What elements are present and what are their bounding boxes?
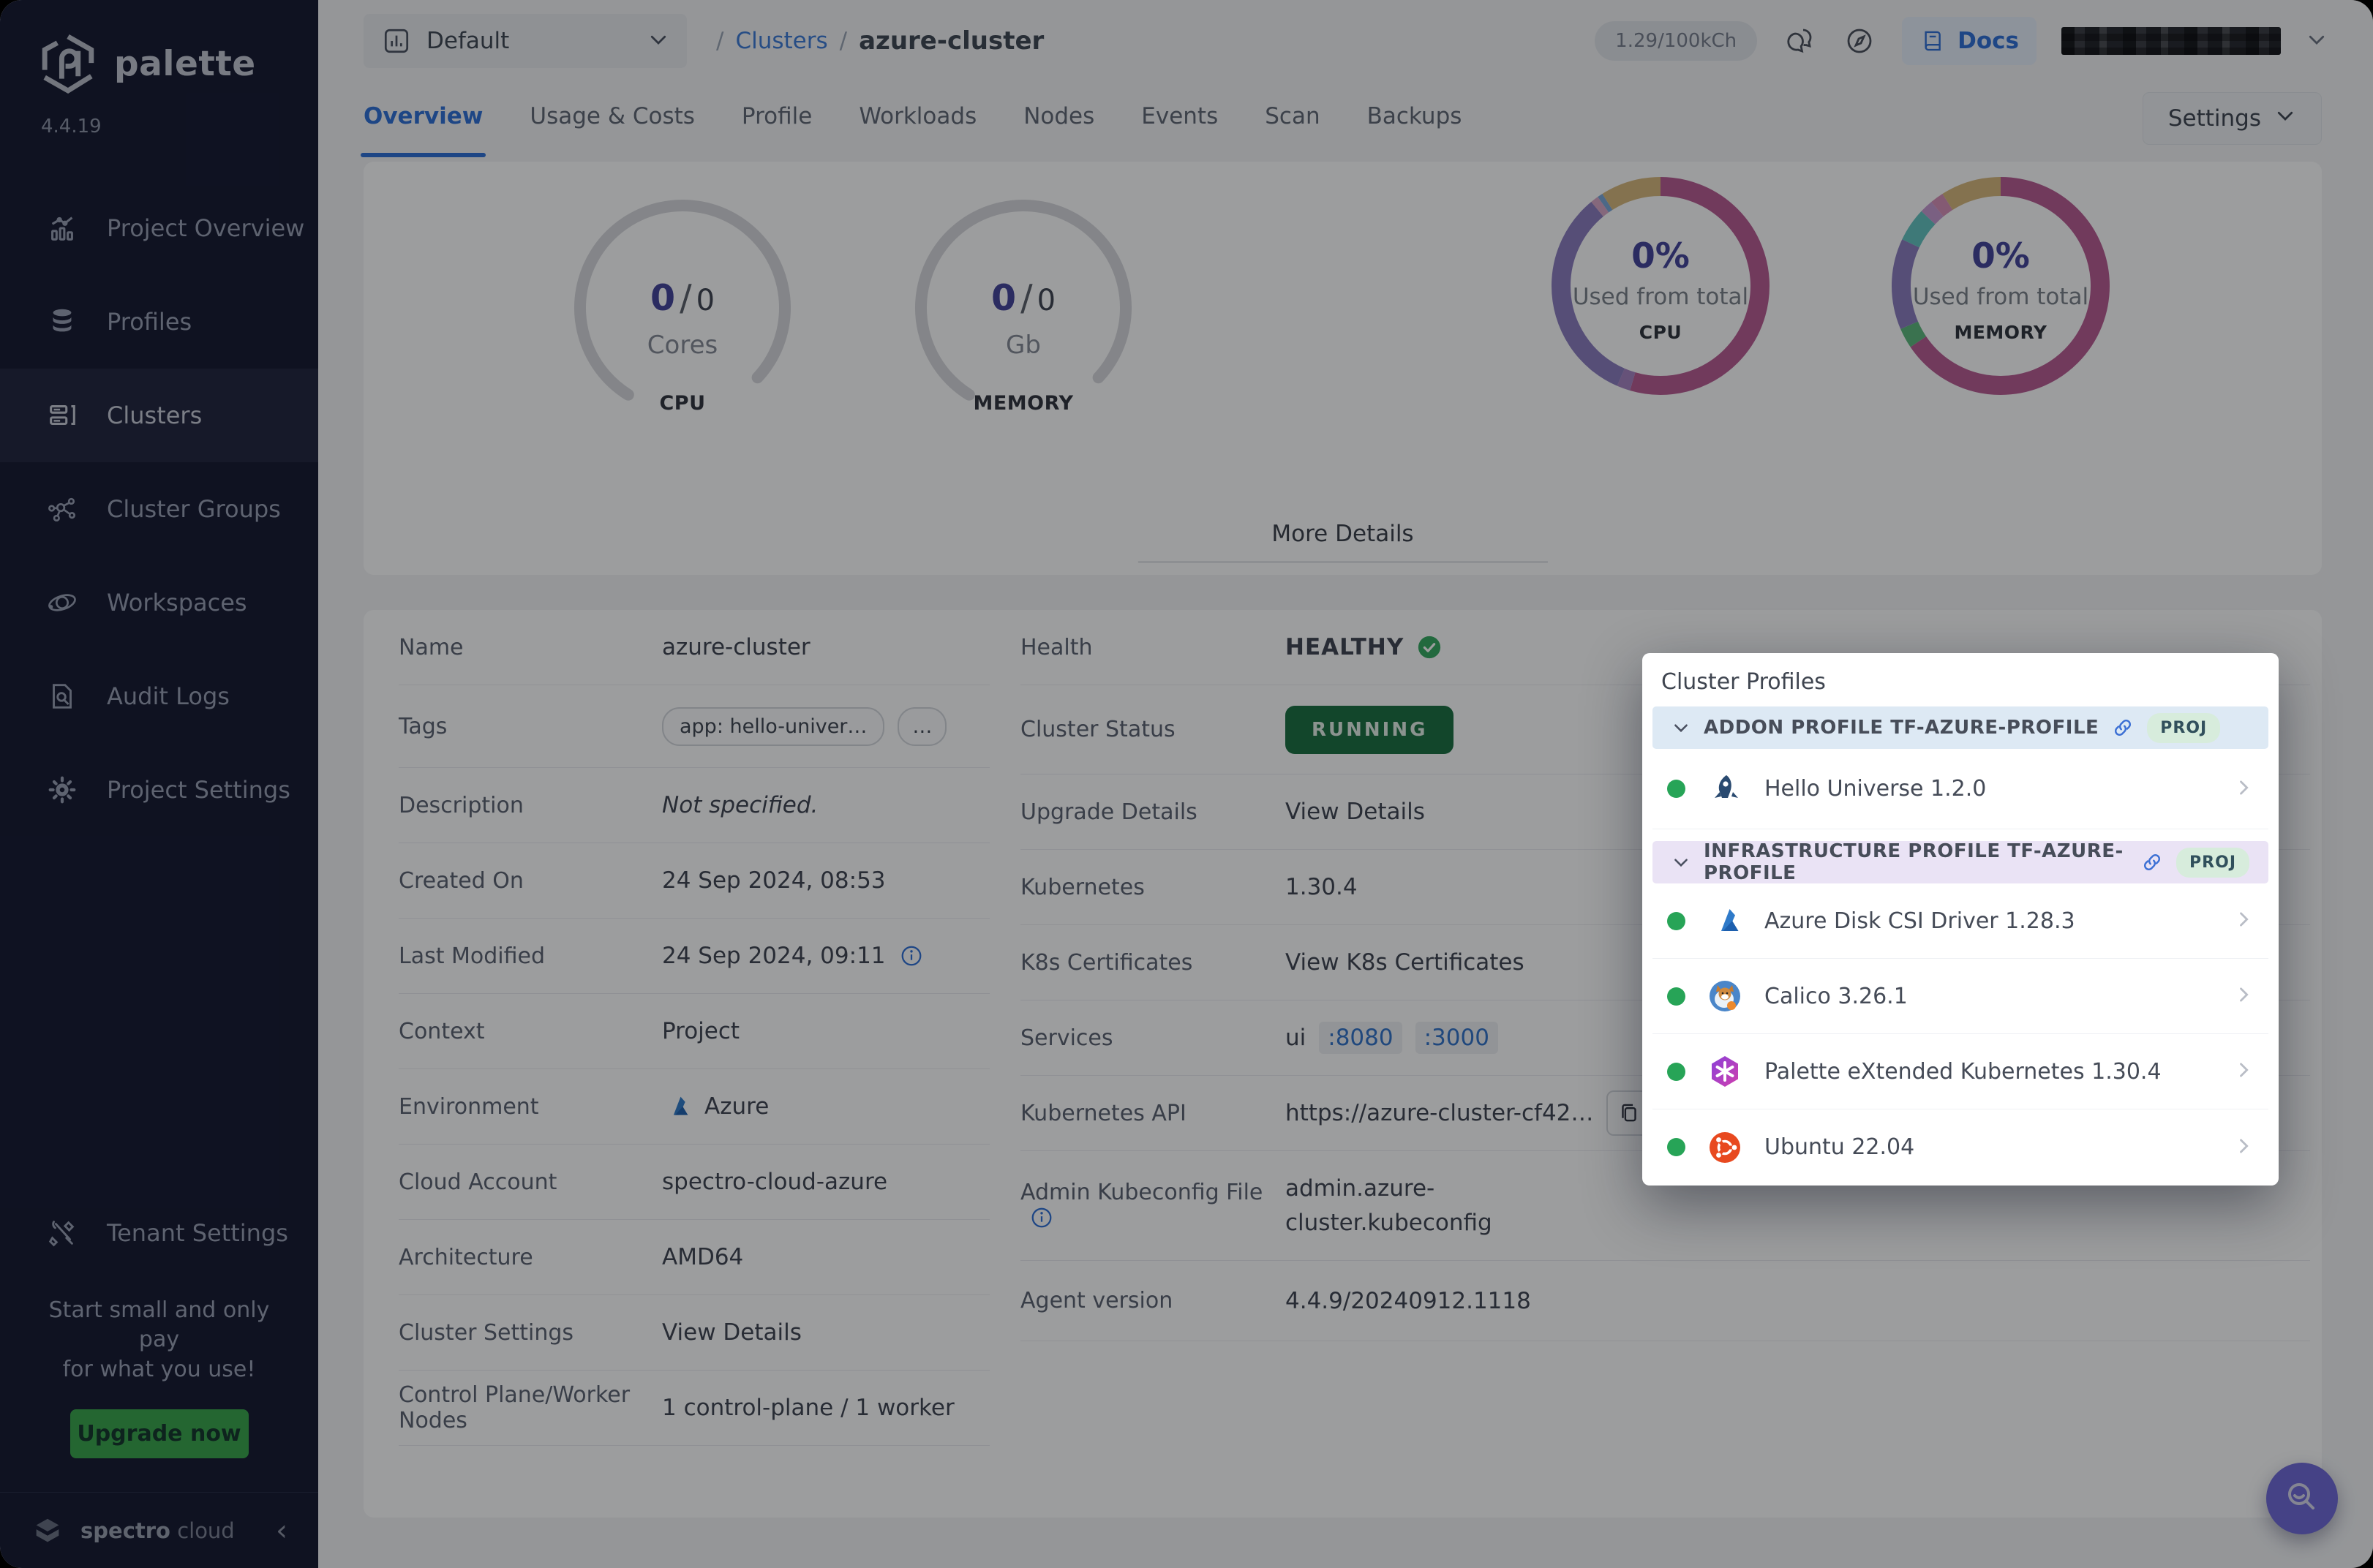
chevron-right-icon <box>2233 1060 2254 1083</box>
link-icon[interactable] <box>2112 717 2134 739</box>
infrastructure-profile-title: INFRASTRUCTURE PROFILE TF-AZURE-PROFILE <box>1704 840 2124 884</box>
pack-row-azure-disk-csi[interactable]: Azure Disk CSI Driver 1.28.3 <box>1652 883 2268 959</box>
calico-icon <box>1707 979 1742 1014</box>
proj-scope-badge: PROJ <box>2147 712 2221 743</box>
status-dot <box>1667 780 1685 798</box>
link-icon[interactable] <box>2141 851 2163 873</box>
status-dot <box>1667 911 1685 930</box>
pack-name: Palette eXtended Kubernetes 1.30.4 <box>1764 1058 2162 1085</box>
pack-name: Hello Universe 1.2.0 <box>1764 776 1987 802</box>
pack-row-palette-extended-kubernetes[interactable]: Palette eXtended Kubernetes 1.30.4 <box>1652 1034 2268 1109</box>
cluster-profiles-popup: Cluster Profiles ADDON PROFILE TF-AZURE-… <box>1642 653 2279 1186</box>
pack-name: Ubuntu 22.04 <box>1764 1134 1915 1160</box>
proj-scope-badge: PROJ <box>2176 847 2249 878</box>
chevron-right-icon <box>2233 1136 2254 1159</box>
infrastructure-profile-header[interactable]: INFRASTRUCTURE PROFILE TF-AZURE-PROFILE … <box>1652 840 2268 884</box>
pack-row-calico[interactable]: Calico 3.26.1 <box>1652 959 2268 1034</box>
addon-profile-header[interactable]: ADDON PROFILE TF-AZURE-PROFILE PROJ <box>1652 706 2268 749</box>
rocket-icon <box>1707 772 1742 807</box>
chevron-down-icon <box>1671 718 1691 737</box>
addon-profile-title: ADDON PROFILE TF-AZURE-PROFILE <box>1704 717 2099 739</box>
chevron-right-icon <box>2233 777 2254 801</box>
chevron-right-icon <box>2233 909 2254 932</box>
azure-icon <box>1707 903 1742 938</box>
status-dot <box>1667 1062 1685 1081</box>
pack-name: Azure Disk CSI Driver 1.28.3 <box>1764 908 2075 934</box>
popup-title: Cluster Profiles <box>1661 669 1826 695</box>
pack-name: Calico 3.26.1 <box>1764 983 1908 1009</box>
pack-row-ubuntu[interactable]: Ubuntu 22.04 <box>1652 1109 2268 1185</box>
ubuntu-icon <box>1707 1130 1742 1165</box>
pack-row-hello-universe[interactable]: Hello Universe 1.2.0 <box>1652 749 2268 829</box>
chevron-right-icon <box>2233 984 2254 1008</box>
app-window: palette 4.4.19 Project Overview Profiles… <box>0 0 2373 1568</box>
status-dot <box>1667 987 1685 1006</box>
chevron-down-icon <box>1671 853 1691 872</box>
status-dot <box>1667 1138 1685 1156</box>
pxk-icon <box>1707 1054 1742 1089</box>
